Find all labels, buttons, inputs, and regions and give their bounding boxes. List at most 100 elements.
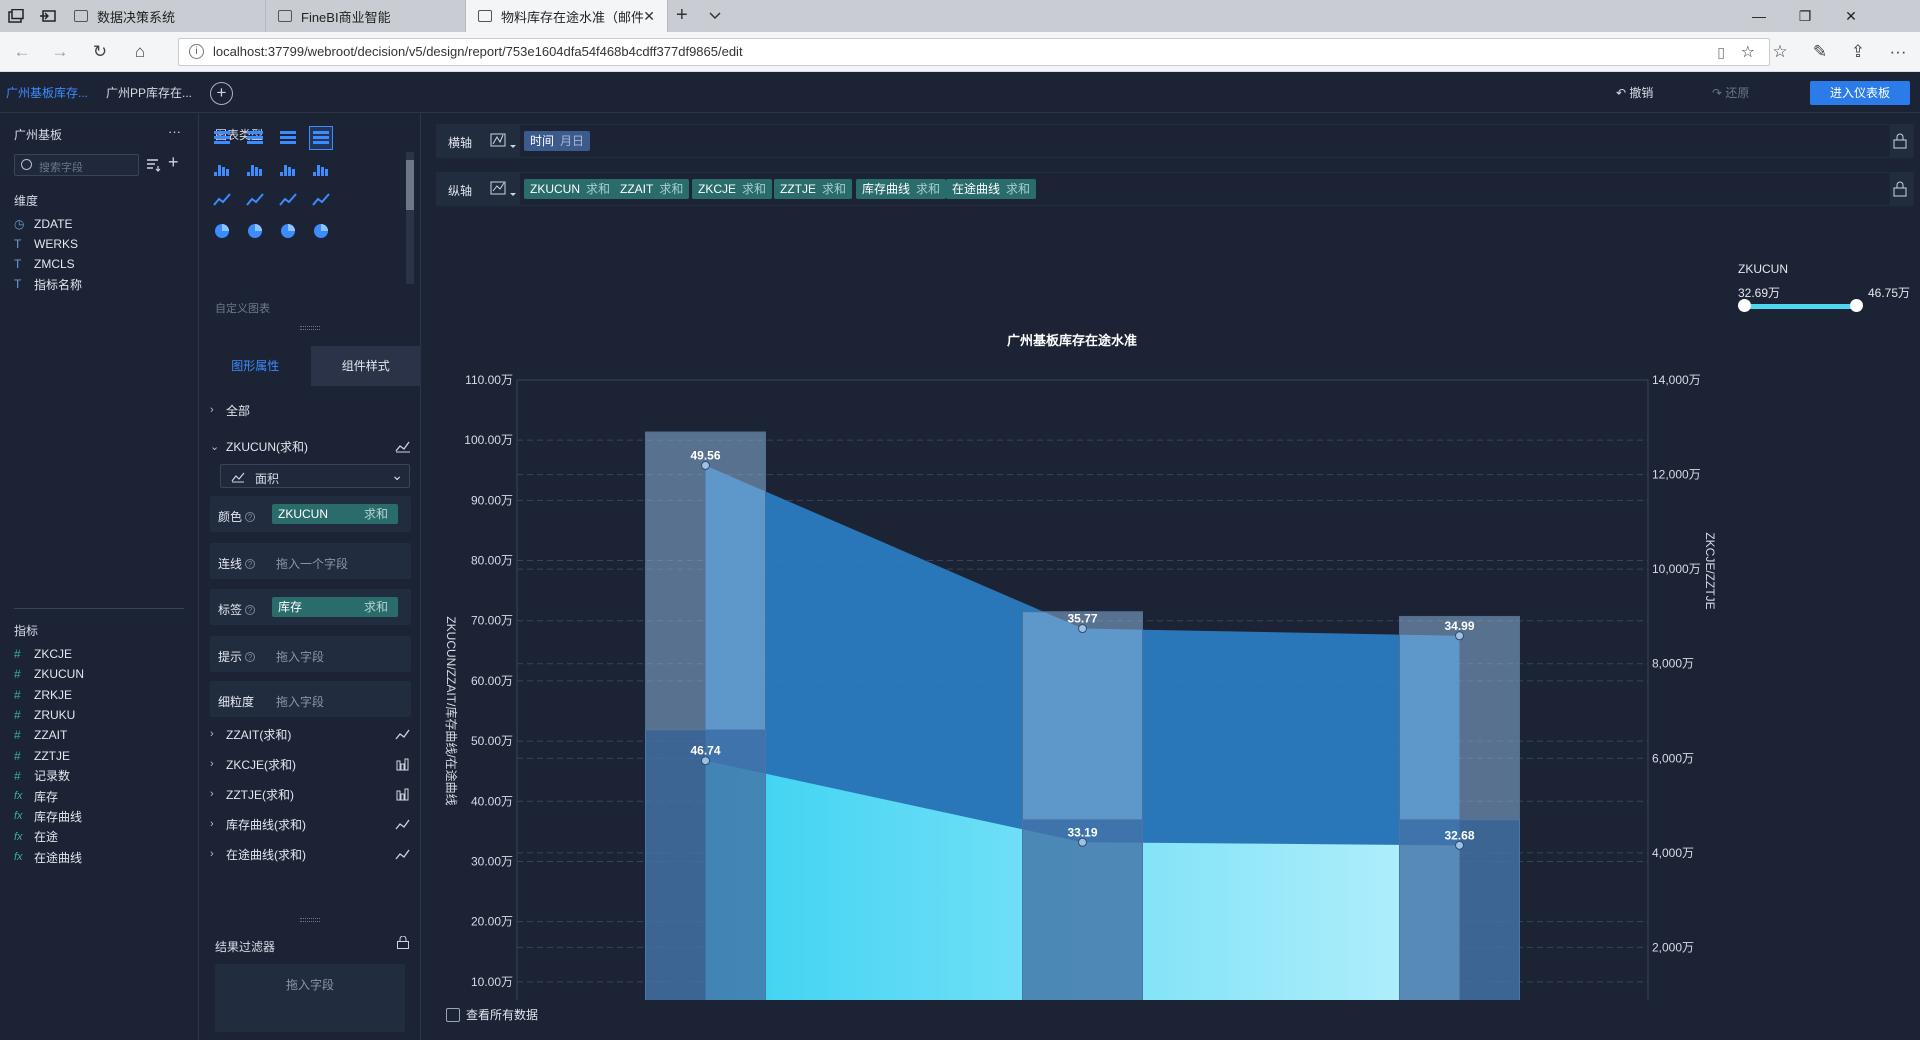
y-field-chip[interactable]: ZZAIT 求和 [614, 179, 690, 199]
granularity-row[interactable]: 细粒度 拖入字段 [210, 681, 411, 717]
x-axis-drop-zone[interactable]: 时间 月日 [520, 125, 1890, 157]
home-icon[interactable]: ⌂ [128, 40, 152, 64]
custom-chart-label[interactable]: 自定义图表 [215, 300, 270, 316]
back-icon[interactable]: ← [10, 40, 34, 64]
redo-button[interactable]: ↷ 还原 [1712, 84, 1749, 101]
area-icon[interactable] [309, 188, 333, 212]
section-series[interactable]: › 库存曲线(求和) [210, 814, 411, 834]
measure-field[interactable]: fx 库存曲线 [14, 806, 82, 826]
tab-actions-icon[interactable] [40, 10, 56, 22]
dataset-more-icon[interactable]: ··· [168, 124, 181, 139]
forward-icon[interactable]: → [48, 40, 72, 64]
color-field-pill[interactable]: ZKUCUN 求和 [272, 504, 398, 524]
panel-resize-handle[interactable] [300, 326, 320, 330]
add-component-icon[interactable]: + [210, 82, 233, 105]
section-series[interactable]: › ZKCJE(求和) [210, 754, 411, 774]
filter-drop-zone[interactable]: 拖入字段 [215, 964, 405, 1032]
dimension-field[interactable]: ◷ ZDATE [14, 214, 72, 234]
measure-field[interactable]: # ZKUCUN [14, 664, 84, 684]
slider-high-handle[interactable] [1850, 299, 1863, 312]
heatmap-table-icon[interactable] [309, 126, 333, 150]
y-field-chip[interactable]: ZKCJE 求和 [692, 179, 773, 199]
x-field-chip[interactable]: 时间 月日 [524, 131, 591, 151]
data-point[interactable] [701, 460, 710, 470]
measure-field[interactable]: fx 在途 [14, 827, 58, 847]
close-window-icon[interactable]: ✕ [1828, 0, 1874, 32]
measure-field[interactable]: # ZZAIT [14, 725, 67, 745]
table-icon[interactable] [210, 126, 234, 150]
more-icon[interactable]: ··· [1886, 40, 1910, 64]
data-point[interactable] [1078, 837, 1087, 847]
dimension-field[interactable]: T ZMCLS [14, 254, 75, 274]
detail-table-icon[interactable] [243, 126, 267, 150]
favorite-star-icon[interactable]: ☆ [1741, 42, 1755, 62]
column-icon[interactable] [276, 157, 300, 181]
bar-zztje[interactable] [1022, 819, 1143, 1000]
waterfall-icon[interactable] [243, 188, 267, 212]
minimize-icon[interactable]: — [1736, 0, 1782, 32]
data-point[interactable] [701, 756, 710, 766]
site-info-icon[interactable]: i [189, 44, 204, 59]
measure-field[interactable]: # ZKCJE [14, 644, 72, 664]
close-tab-icon[interactable]: ✕ [643, 8, 655, 25]
label-field-pill[interactable]: 库存 求和 [272, 597, 398, 617]
data-point[interactable] [1455, 631, 1464, 641]
component-tab-1[interactable]: 广州基板库存... [6, 73, 94, 113]
kpi-icon[interactable] [210, 157, 234, 181]
lock-icon[interactable] [1892, 181, 1908, 197]
chart-type-scrollbar[interactable] [406, 152, 414, 284]
measure-field[interactable]: # ZRKJE [14, 685, 72, 705]
color-row[interactable]: 颜色? ZKUCUN 求和 [210, 496, 411, 532]
connect-row[interactable]: 连线? 拖入一个字段 [210, 543, 411, 579]
window-menu-icon[interactable] [8, 8, 24, 23]
y-axis-drop-zone[interactable]: ZKUCUN 求和 ZZAIT 求和 ZKCJE 求和 ZZTJE 求和 库存曲线 求和 在途曲线求… [520, 173, 1890, 205]
line-icon[interactable] [276, 188, 300, 212]
filter-lock-icon[interactable] [396, 935, 410, 953]
axis-type-icon[interactable] [488, 179, 518, 199]
url-field[interactable]: i localhost:37799/webroot/decision/v5/de… [178, 38, 1770, 66]
section-series[interactable]: › ZZAIT(求和) [210, 724, 411, 744]
range-slider-track[interactable] [1744, 304, 1856, 309]
measure-field[interactable]: fx 库存 [14, 786, 58, 806]
tab-component-style[interactable]: 组件样式 [310, 346, 421, 386]
section-series[interactable]: › ZZTJE(求和) [210, 784, 411, 804]
dimension-field[interactable]: T WERKS [14, 234, 78, 254]
field-sort-icon[interactable] [146, 158, 162, 175]
y-field-chip[interactable]: ZKUCUN 求和 [524, 179, 617, 199]
axis-type-icon[interactable] [488, 131, 518, 151]
data-point[interactable] [1455, 840, 1464, 850]
measure-field[interactable]: # ZZTJE [14, 746, 70, 766]
undo-button[interactable]: ↶ 撤销 [1616, 84, 1653, 101]
enter-dashboard-button[interactable]: 进入仪表板 [1810, 81, 1910, 105]
section-all[interactable]: › 全部 [210, 400, 411, 420]
data-point[interactable] [1078, 624, 1087, 634]
favorites-icon[interactable]: ☆ [1768, 40, 1792, 64]
section-zkucun[interactable]: ⌄ ZKUCUN(求和) [210, 436, 411, 456]
component-tab-2[interactable]: 广州PP库存在... [106, 73, 200, 113]
tab-list-icon[interactable] [708, 8, 722, 25]
stacked-bar-icon[interactable] [243, 157, 267, 181]
lock-icon[interactable] [1892, 133, 1908, 149]
panel-resize-handle[interactable] [300, 918, 320, 922]
measure-field[interactable]: # ZRUKU [14, 705, 75, 725]
bar-zztje[interactable] [645, 729, 766, 1000]
restore-icon[interactable]: ❐ [1782, 0, 1828, 32]
scrollbar-thumb[interactable] [406, 160, 414, 210]
show-all-data-checkbox[interactable]: 查看所有数据 [446, 1006, 538, 1023]
shape-select[interactable]: 面积 ⌄ [220, 464, 410, 488]
gauge-icon[interactable] [276, 219, 300, 243]
area-line-icon[interactable] [243, 219, 267, 243]
funnel-icon[interactable] [210, 188, 234, 212]
dimension-field[interactable]: T 指标名称 [14, 274, 82, 294]
section-series[interactable]: › 在途曲线(求和) [210, 844, 411, 864]
field-search-input[interactable]: 搜索字段 [14, 154, 139, 176]
tooltip-row[interactable]: 提示? 拖入字段 [210, 636, 411, 672]
cross-table-icon[interactable] [276, 126, 300, 150]
y-field-chip[interactable]: 库存曲线 求和 [856, 179, 947, 199]
y-field-chip[interactable]: 在途曲线 求和 [946, 179, 1037, 199]
measure-field[interactable]: # 记录数 [14, 766, 70, 786]
browser-tab-active[interactable]: 物料库存在途水准（邮件 ✕ [466, 0, 668, 32]
label-row[interactable]: 标签? 库存 求和 [210, 589, 411, 625]
multi-column-icon[interactable] [309, 157, 333, 181]
slider-low-handle[interactable] [1738, 299, 1751, 312]
